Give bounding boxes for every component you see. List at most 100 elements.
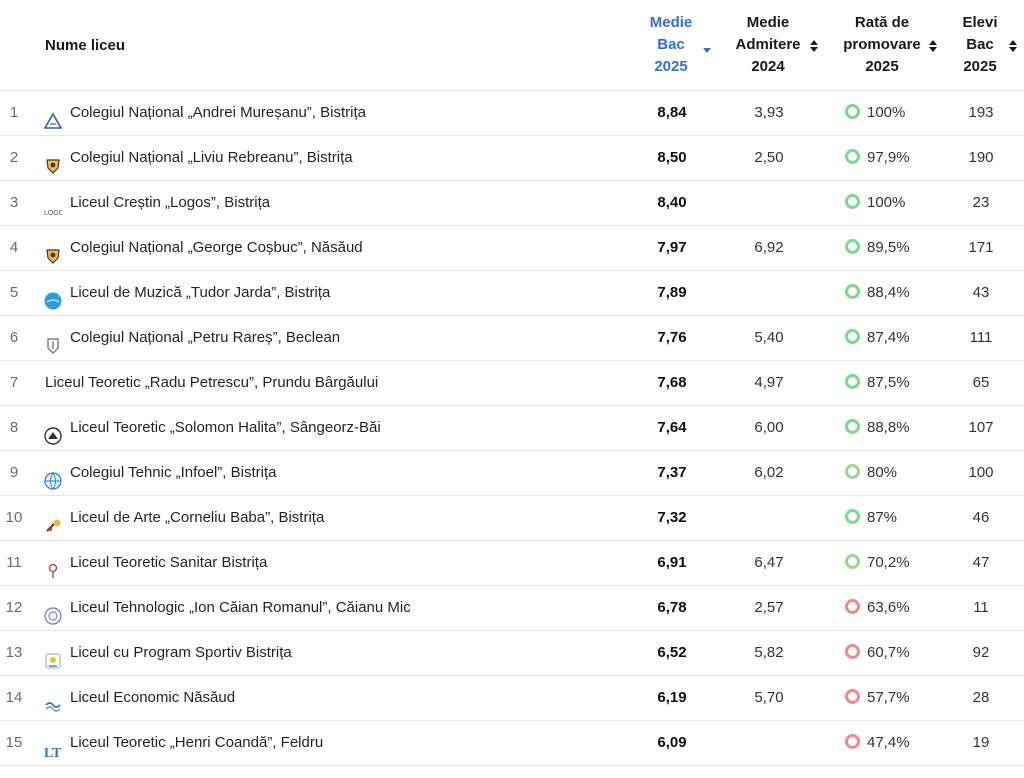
rata-promovare-cell: 70,2% [845,541,935,585]
rata-promovare-cell: 80% [845,451,935,495]
elevi-bac-value: 193 [968,104,994,121]
rata-promovare-value: 100% [867,104,906,121]
school-name-link[interactable]: Colegiul Național „Andrei Mureșanu”, Bis… [70,91,366,135]
school-name-link[interactable]: Colegiul Național „Liviu Rebreanu”, Bist… [70,136,353,180]
sort-both-icon[interactable] [927,39,939,53]
table-row[interactable]: 8 Liceul Teoretic „Solomon Halita”, Sânge… [0,406,1024,451]
table-row[interactable]: 15 LTC Liceul Teoretic „Henri Coandă”, Fel… [0,721,1024,766]
rate-status-dot [845,689,860,704]
medie-admitere-value [738,181,800,225]
header-rata-promovare[interactable]: Rată de promovare 2025 [838,12,926,78]
table-row[interactable]: 7 Liceul Teoretic „Radu Petrescu”, Prundu… [0,361,1024,406]
medie-admitere-value: 2,57 [754,599,784,616]
row-rank: 13 [5,644,23,661]
rata-promovare-cell: 89,5% [845,226,935,270]
medie-admitere-value: 2,50 [754,149,784,166]
table-body: 1 Colegiul Național „Andrei Mureșanu”, Bi… [0,91,1024,766]
school-name-link[interactable]: Liceul Teoretic „Henri Coandă”, Feldru [70,721,323,765]
rate-status-dot [845,149,860,164]
header-medie-admitere[interactable]: Medie Admitere 2024 [730,12,806,78]
rata-promovare-cell: 97,9% [845,136,935,180]
elevi-bac-value: 46 [972,509,990,526]
school-name-link[interactable]: Liceul Creștin „Logos”, Bistrița [70,181,270,225]
school-name-link[interactable]: Colegiul Național „George Coșbuc”, Năsău… [70,226,363,270]
table-row[interactable]: 9 Colegiul Tehnic „Infoel”, Bistrița 7,37 6… [0,451,1024,496]
medie-bac-value: 8,84 [657,104,687,121]
table-row[interactable]: 1 Colegiul Național „Andrei Mureșanu”, Bi… [0,91,1024,136]
medie-bac-value: 7,32 [657,509,687,526]
school-name-link[interactable]: Liceul de Arte „Corneliu Baba”, Bistrița [70,496,324,540]
medie-admitere-value: 6,47 [754,554,784,571]
medie-bac-value: 7,76 [657,329,687,346]
school-name-link[interactable]: Liceul cu Program Sportiv Bistrița [70,631,292,675]
rate-status-dot [845,554,860,569]
elevi-bac-value: 100 [968,464,994,481]
rata-promovare-value: 63,6% [867,599,910,616]
row-rank: 8 [9,419,19,436]
elevi-bac-value: 43 [972,284,990,301]
table-row[interactable]: 6 Colegiul Național „Petru Rareș”, Beclea… [0,316,1024,361]
medie-admitere-value: 5,82 [754,644,784,661]
schools-table: Nume liceu Medie Bac 2025 Medie Admitere… [0,0,1024,766]
elevi-bac-value: 11 [973,599,989,616]
medie-bac-value: 8,50 [657,149,687,166]
row-rank: 12 [5,599,23,616]
rata-promovare-value: 70,2% [867,554,910,571]
row-rank: 10 [5,509,23,526]
header-medie-bac[interactable]: Medie Bac 2025 [642,12,700,78]
medie-bac-value: 7,97 [657,239,687,256]
rate-status-dot [845,734,860,749]
medie-bac-value: 6,91 [657,554,687,571]
table-row[interactable]: 14 Liceul Economic Năsăud 6,19 5,70 57,7% 28 [0,676,1024,721]
rata-promovare-value: 89,5% [867,239,910,256]
rata-promovare-cell: 63,6% [845,586,935,630]
table-row[interactable]: 2 Colegiul Național „Liviu Rebreanu”, Bis… [0,136,1024,181]
medie-admitere-value: 5,70 [754,689,784,706]
medie-bac-value: 6,78 [657,599,687,616]
sort-both-icon[interactable] [808,39,820,53]
table-row[interactable]: 4 Colegiul Național „George Coșbuc”, Năsă… [0,226,1024,271]
school-name-link[interactable]: Colegiul Național „Petru Rareș”, Beclean [70,316,340,360]
crest-logo-icon [44,239,62,264]
medie-bac-value: 8,40 [657,194,687,211]
school-name-link[interactable]: Liceul de Muzică „Tudor Jarda”, Bistrița [70,271,330,315]
elevi-bac-value: 92 [972,644,990,661]
logos-logo-icon: LOGOS [44,194,69,217]
elevi-bac-value: 107 [968,419,994,436]
header-elevi-bac[interactable]: Elevi Bac 2025 [955,12,1005,78]
school-name-link[interactable]: Liceul Teoretic „Radu Petrescu”, Prundu … [45,361,378,405]
sort-desc-icon[interactable] [701,43,713,57]
row-rank: 5 [9,284,19,301]
triangle-logo-icon [43,104,63,129]
blue-circle-logo-icon [44,284,62,310]
row-rank: 14 [5,689,23,706]
school-name-link[interactable]: Liceul Economic Năsăud [70,676,235,720]
school-name-link[interactable]: Liceul Teoretic „Solomon Halita”, Sângeo… [70,406,381,450]
rate-status-dot [845,464,860,479]
table-row[interactable]: 10 Liceul de Arte „Corneliu Baba”, Bistri… [0,496,1024,541]
school-name-link[interactable]: Liceul Tehnologic „Ion Căian Romanul”, C… [70,586,411,630]
table-row[interactable]: 12 Liceul Tehnologic „Ion Căian Romanul”,… [0,586,1024,631]
rata-promovare-value: 87% [867,509,898,526]
rate-status-dot [845,419,860,434]
medie-admitere-value: 3,93 [754,104,784,121]
elevi-bac-value: 190 [968,149,994,166]
row-rank: 1 [9,104,19,121]
medie-admitere-value: 6,92 [754,239,784,256]
circle-seal-logo-icon [44,599,62,625]
school-name-link[interactable]: Colegiul Tehnic „Infoel”, Bistrița [70,451,276,495]
round-emblem-logo-icon [44,419,62,445]
table-row[interactable]: 3 LOGOS Liceul Creștin „Logos”, Bistrița 8,… [0,181,1024,226]
table-row[interactable]: 11 Liceul Teoretic Sanitar Bistrița 6,91 6,… [0,541,1024,586]
row-rank: 11 [6,554,22,571]
elevi-bac-value: 47 [972,554,990,571]
row-rank: 9 [9,464,19,481]
rate-status-dot [845,329,860,344]
rata-promovare-cell: 87,4% [845,316,935,360]
sort-both-icon[interactable] [1007,39,1019,53]
school-name-link[interactable]: Liceul Teoretic Sanitar Bistrița [70,541,267,585]
rata-promovare-value: 80% [867,464,898,481]
elevi-bac-value: 111 [969,329,993,346]
table-row[interactable]: 13 Liceul cu Program Sportiv Bistrița 6,52… [0,631,1024,676]
table-row[interactable]: 5 Liceul de Muzică „Tudor Jarda”, Bistriț… [0,271,1024,316]
